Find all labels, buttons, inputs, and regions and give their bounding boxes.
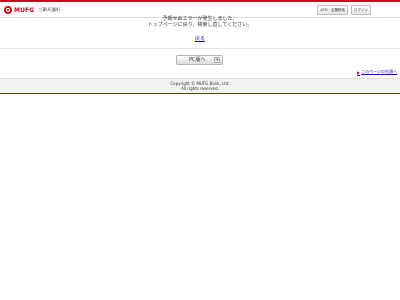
divider [0,48,400,49]
footer: Copyright © MUFG Bank, Ltd. All rights r… [0,78,400,94]
error-message: 予期せぬエラーが発生しました。 トップページに戻り、検索し直してください。 [0,16,400,28]
back-link[interactable]: 戻る [0,35,400,42]
pc-version-button[interactable]: PC版へ + [176,55,223,65]
mufg-logo-icon [4,6,12,14]
logo-text: MUFG [14,6,35,14]
header-buttons: ATM・店舗検索 ログイン [317,5,371,15]
page-top-link-label: このページの先頭へ [361,69,397,74]
bank-name: 三菱UFJ銀行 [38,7,61,12]
login-button[interactable]: ログイン [351,5,371,15]
error-message-line2: トップページに戻り、検索し直してください。 [147,22,253,28]
logo[interactable]: MUFG 三菱UFJ銀行 [4,5,61,15]
plus-icon: + [214,57,220,63]
triangle-right-icon: ▶ [357,69,361,75]
copyright-line2: All rights reserved. [181,85,219,91]
pc-version-button-label: PC版へ [189,57,206,63]
page-top-link[interactable]: ▶ このページの先頭へ [357,69,397,75]
atm-branch-search-button[interactable]: ATM・店舗検索 [317,5,348,15]
